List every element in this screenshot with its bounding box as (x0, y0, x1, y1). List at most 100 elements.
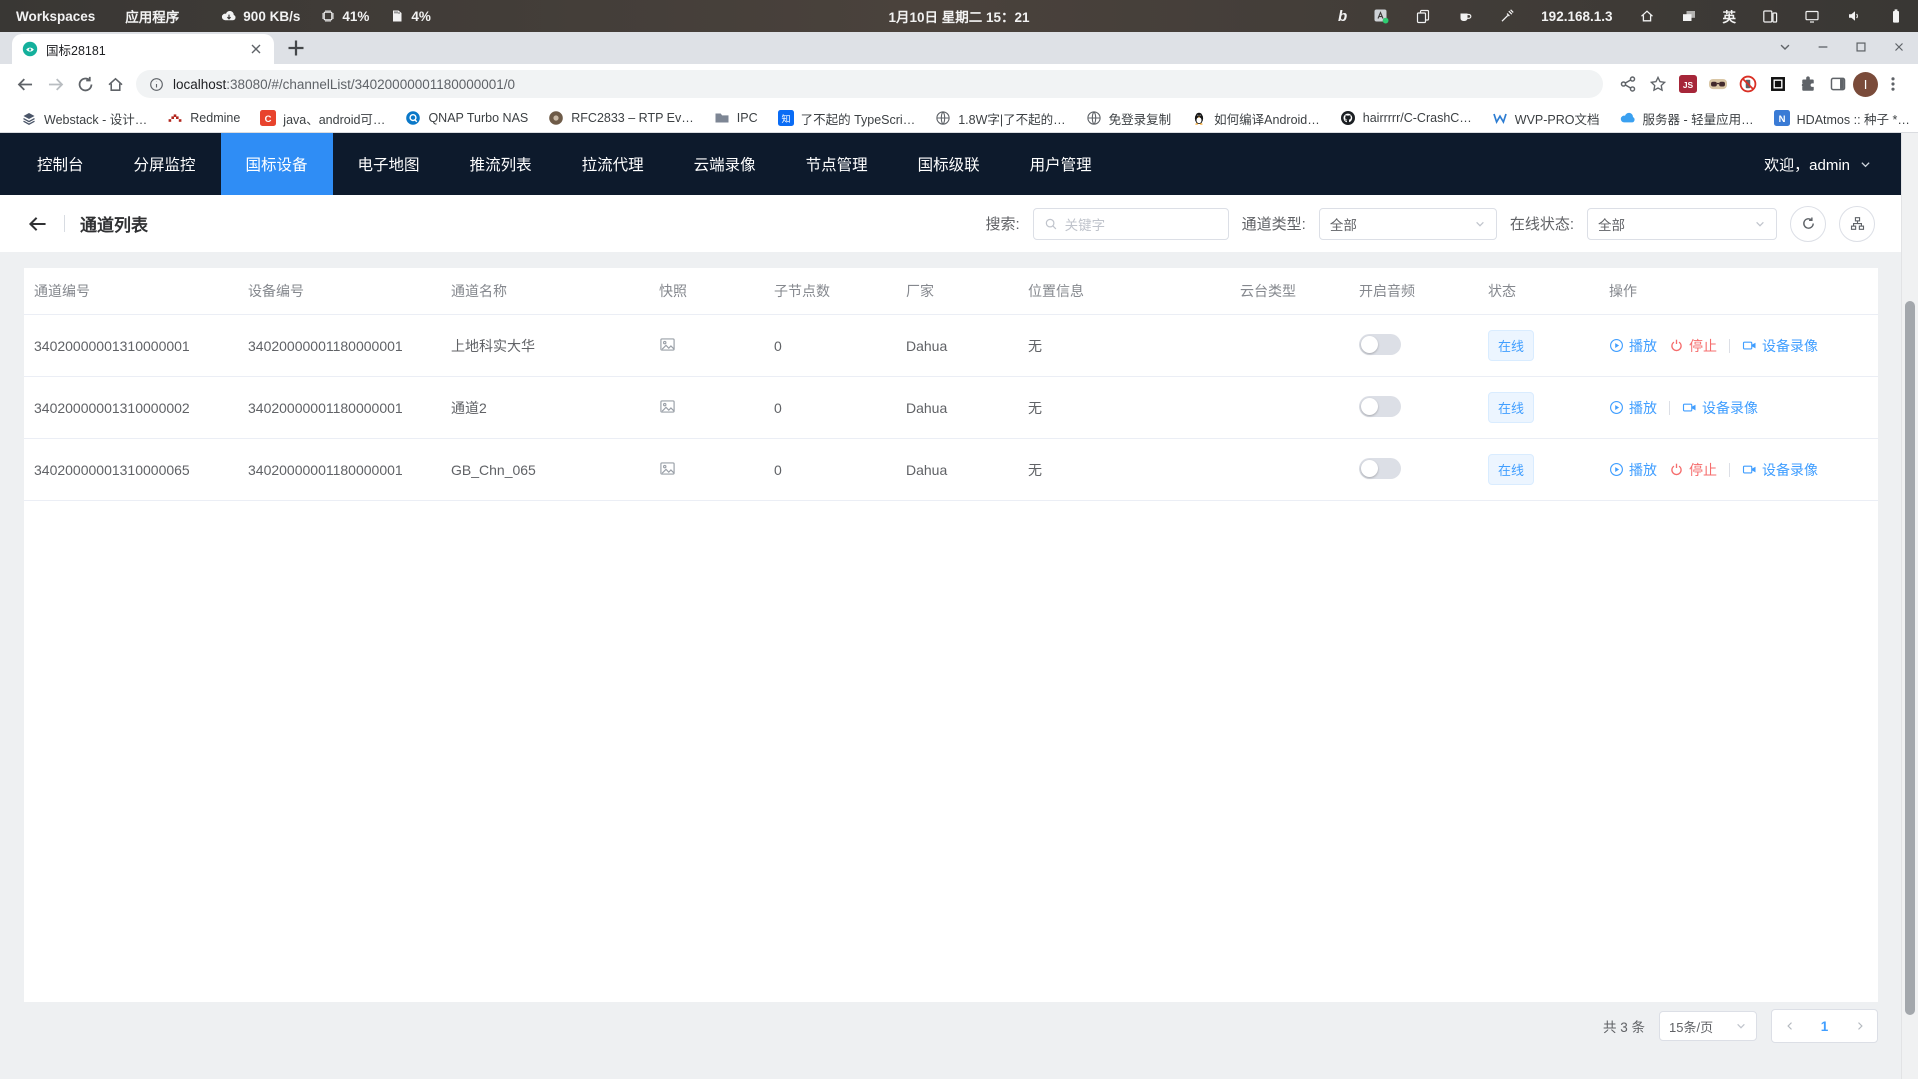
volume-icon[interactable] (1846, 8, 1862, 24)
profile-avatar[interactable]: I (1853, 72, 1878, 97)
bookmark-item[interactable]: IPC (705, 107, 767, 129)
welcome-text: 欢迎，admin (1764, 154, 1850, 175)
chevron-down-icon (1474, 218, 1486, 230)
browser-menu-button[interactable] (1878, 69, 1908, 99)
devices-icon[interactable] (1762, 8, 1778, 24)
channel-name-cell: 通道2 (441, 377, 649, 439)
nav-item-4[interactable]: 电子地图 (333, 133, 445, 195)
record-action[interactable]: 设备录像 (1742, 336, 1818, 356)
bookmark-item[interactable]: 如何编译Android… (1182, 106, 1329, 131)
user-menu[interactable]: 欢迎，admin (1764, 133, 1902, 195)
nav-item-1[interactable]: 控制台 (12, 133, 109, 195)
battery-icon[interactable] (1888, 8, 1904, 24)
caffeine-tray-icon[interactable] (1457, 8, 1473, 24)
tree-view-button[interactable] (1839, 206, 1875, 242)
bookmark-item[interactable]: QNAP Turbo NAS (396, 107, 537, 129)
nav-item-9[interactable]: 国标级联 (893, 133, 1005, 195)
window-close-button[interactable] (1892, 40, 1906, 54)
workspaces-menu[interactable]: Workspaces (16, 9, 95, 24)
nav-item-7[interactable]: 云端录像 (669, 133, 781, 195)
snapshot-icon[interactable] (659, 398, 676, 415)
vendor-cell: Dahua (896, 439, 1018, 501)
bookmark-item[interactable]: 免登录复制 (1077, 106, 1181, 131)
play-action[interactable]: 播放 (1609, 336, 1657, 356)
page-number[interactable]: 1 (1807, 1010, 1842, 1042)
extension-js[interactable]: JS (1673, 69, 1703, 99)
side-panel-button[interactable] (1823, 69, 1853, 99)
tab-search-icon[interactable] (1778, 40, 1792, 54)
cloud-blue-icon (1620, 110, 1636, 126)
nav-item-3[interactable]: 国标设备 (221, 133, 333, 195)
nav-item-10[interactable]: 用户管理 (1005, 133, 1117, 195)
scrollbar-thumb[interactable] (1905, 301, 1915, 1015)
screenshot-app-tray-icon[interactable] (1373, 8, 1389, 24)
browser-home-button[interactable] (100, 69, 130, 99)
browser-tab[interactable]: 国标28181 (12, 34, 274, 64)
snapshot-icon[interactable] (659, 336, 676, 353)
nav-item-5[interactable]: 推流列表 (445, 133, 557, 195)
network-speed-value: 900 KB/s (243, 9, 300, 24)
forward-button[interactable] (40, 69, 70, 99)
bookmark-item[interactable]: 服务器 - 轻量应用… (1611, 106, 1763, 131)
bing-tray-icon[interactable]: b (1338, 8, 1347, 25)
bookmark-item[interactable]: NHDAtmos :: 种子 *… (1765, 106, 1918, 131)
nav-item-2[interactable]: 分屏监控 (109, 133, 221, 195)
play-circle-icon (1609, 338, 1624, 353)
play-action[interactable]: 播放 (1609, 460, 1657, 480)
applications-menu[interactable]: 应用程序 (125, 6, 179, 26)
display-icon[interactable] (1804, 8, 1820, 24)
refresh-button[interactable] (1790, 206, 1826, 242)
stop-action[interactable]: 停止 (1669, 336, 1717, 356)
table-card: 通道编号设备编号通道名称快照子节点数厂家位置信息云台类型开启音频状态操作 340… (24, 268, 1878, 1002)
svg-text:N: N (1778, 114, 1785, 125)
ip-address-indicator[interactable]: 192.168.1.3 (1541, 9, 1612, 24)
color-picker-tray-icon[interactable] (1499, 8, 1515, 24)
bookmark-item[interactable]: Cjava、android可… (251, 106, 394, 131)
audio-toggle[interactable] (1359, 334, 1401, 355)
window-switcher-icon[interactable] (1681, 8, 1697, 24)
bookmark-star-button[interactable] (1643, 69, 1673, 99)
search-input[interactable]: 关键字 (1033, 208, 1229, 240)
audio-toggle[interactable] (1359, 396, 1401, 417)
record-action[interactable]: 设备录像 (1682, 398, 1758, 418)
bookmark-item[interactable]: 知了不起的 TypeScri… (769, 106, 925, 131)
snapshot-icon[interactable] (659, 460, 676, 477)
bookmark-item[interactable]: Redmine (158, 107, 249, 129)
clock[interactable]: 1月10日 星期二 15：21 (888, 6, 1029, 26)
bookmark-item[interactable]: hairrrrr/C-CrashC… (1331, 107, 1481, 129)
address-bar[interactable]: localhost:38080/#/channelList/3402000000… (136, 70, 1603, 98)
back-button[interactable] (10, 69, 40, 99)
tab-close-icon[interactable] (248, 41, 264, 57)
home-tray-icon[interactable] (1639, 8, 1655, 24)
site-info-icon[interactable] (149, 77, 164, 92)
minimize-button[interactable] (1816, 40, 1830, 54)
extensions-button[interactable] (1793, 69, 1823, 99)
nav-item-8[interactable]: 节点管理 (781, 133, 893, 195)
clipboard-tray-icon[interactable] (1415, 8, 1431, 24)
extension-blocker[interactable] (1733, 69, 1763, 99)
page-back-button[interactable] (27, 213, 49, 235)
record-action[interactable]: 设备录像 (1742, 460, 1818, 480)
maximize-button[interactable] (1854, 40, 1868, 54)
input-method-indicator[interactable]: 英 (1723, 6, 1737, 26)
prev-page-button[interactable] (1772, 1010, 1807, 1042)
reload-button[interactable] (70, 69, 100, 99)
bookmark-item[interactable]: WVP-PRO文档 (1483, 106, 1609, 131)
stop-action[interactable]: 停止 (1669, 460, 1717, 480)
nav-item-6[interactable]: 拉流代理 (557, 133, 669, 195)
channel-type-select[interactable]: 全部 (1319, 208, 1497, 240)
bookmark-item[interactable]: Webstack - 设计… (12, 106, 156, 131)
extension-proxy[interactable] (1703, 69, 1733, 99)
online-status-select[interactable]: 全部 (1587, 208, 1777, 240)
bookmark-item[interactable]: RFC2833 – RTP Ev… (539, 107, 703, 129)
extension-dark[interactable] (1763, 69, 1793, 99)
bookmark-item[interactable]: 1.8W字|了不起的… (926, 106, 1074, 131)
play-action[interactable]: 播放 (1609, 398, 1657, 418)
url-text: localhost:38080/#/channelList/3402000000… (173, 77, 515, 92)
audio-toggle[interactable] (1359, 458, 1401, 479)
page-size-select[interactable]: 15条/页 (1659, 1011, 1757, 1041)
new-tab-button[interactable] (284, 36, 308, 60)
next-page-button[interactable] (1842, 1010, 1877, 1042)
share-button[interactable] (1613, 69, 1643, 99)
page-viewport: 控制台分屏监控国标设备电子地图推流列表拉流代理云端录像节点管理国标级联用户管理 … (0, 133, 1902, 1079)
